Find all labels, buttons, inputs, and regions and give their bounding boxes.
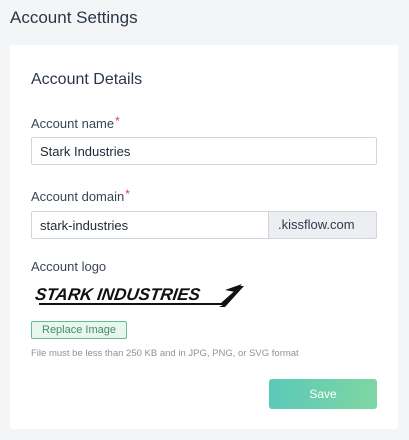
account-name-input[interactable]: [31, 137, 377, 165]
domain-suffix: .kissflow.com: [268, 211, 377, 239]
account-domain-group: .kissflow.com: [31, 211, 377, 239]
account-settings-page: Account Settings Account Details Account…: [0, 0, 409, 440]
account-name-label: Account name*: [31, 114, 120, 132]
required-mark: *: [125, 187, 130, 201]
page-title: Account Settings: [10, 8, 138, 27]
account-logo-image: STARK INDUSTRIES: [35, 284, 244, 307]
account-details-card: Account Details Account name* Account do…: [10, 45, 398, 429]
account-logo-label: Account logo: [31, 259, 107, 274]
account-domain-label-text: Account domain: [31, 189, 125, 204]
section-title: Account Details: [31, 71, 143, 88]
logo-text: STARK INDUSTRIES: [35, 285, 202, 304]
account-domain-label: Account domain*: [31, 187, 130, 205]
account-name-label-text: Account name: [31, 116, 115, 131]
replace-image-button[interactable]: Replace Image: [31, 321, 127, 339]
file-format-hint: File must be less than 250 KB and in JPG…: [31, 348, 299, 359]
account-domain-input[interactable]: [31, 211, 268, 239]
save-button[interactable]: Save: [269, 379, 377, 409]
required-mark: *: [115, 114, 120, 128]
